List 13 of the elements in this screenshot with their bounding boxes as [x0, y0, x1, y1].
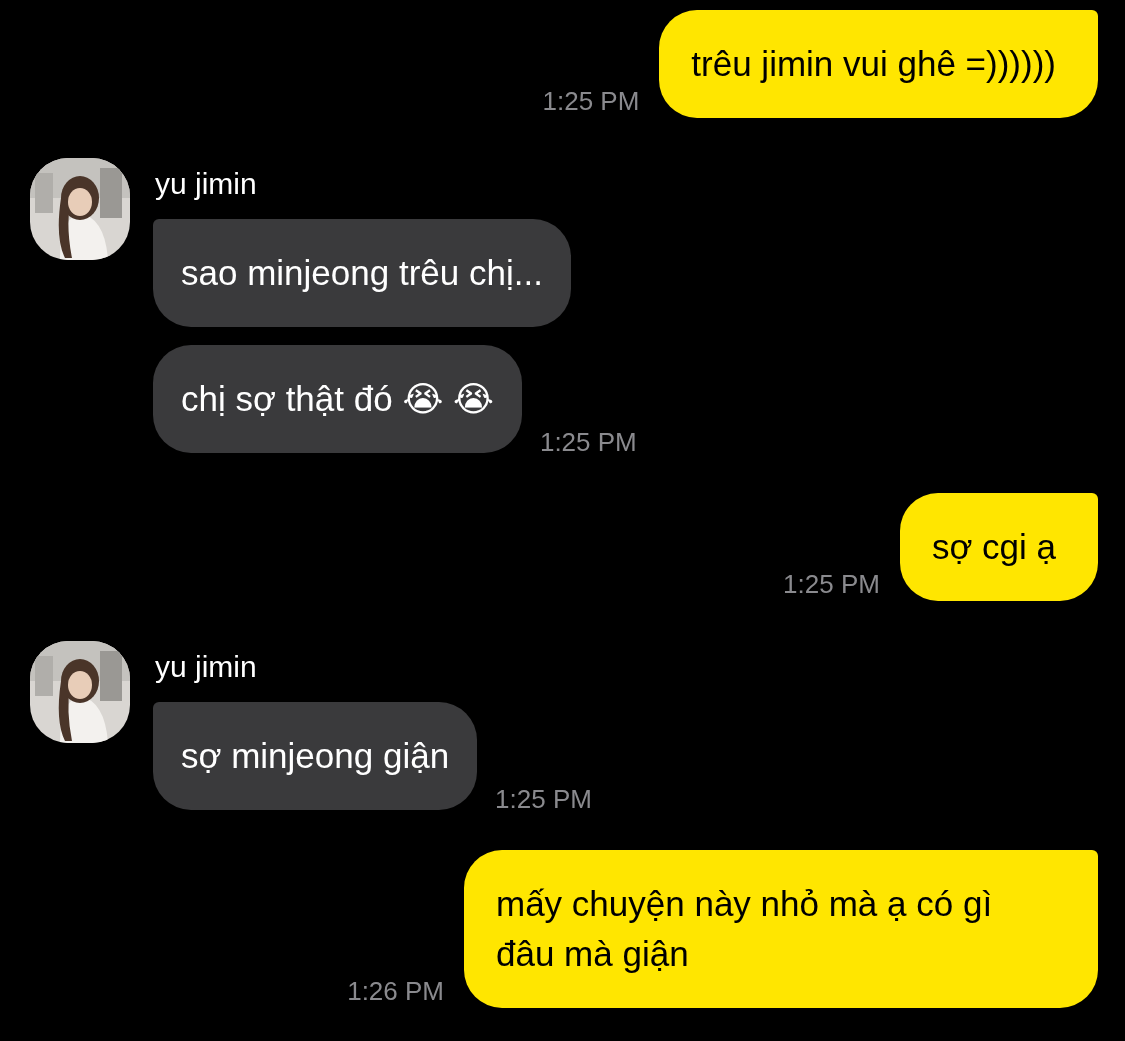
message-bubble: mấy chuyện này nhỏ mà ạ có gì đâu mà giận — [464, 850, 1098, 1008]
sender-name: yu jimin — [155, 166, 258, 202]
message-bubble: trêu jimin vui ghê =)))))) — [659, 10, 1098, 118]
message-bubble: chị sợ thật đó 😭 😭 — [153, 345, 522, 453]
timestamp: 1:26 PM — [347, 976, 444, 1006]
message-bubble: sợ minjeong giận — [153, 702, 478, 810]
timestamp: 1:25 PM — [495, 784, 592, 814]
timestamp: 1:25 PM — [783, 569, 880, 599]
timestamp: 1:25 PM — [542, 86, 640, 116]
message-bubble: sợ cgi ạ — [899, 493, 1098, 601]
message-bubble: sao minjeong trêu chị... — [153, 219, 571, 327]
timestamp: 1:25 PM — [539, 427, 637, 457]
sender-name: yu jimin — [155, 649, 258, 685]
